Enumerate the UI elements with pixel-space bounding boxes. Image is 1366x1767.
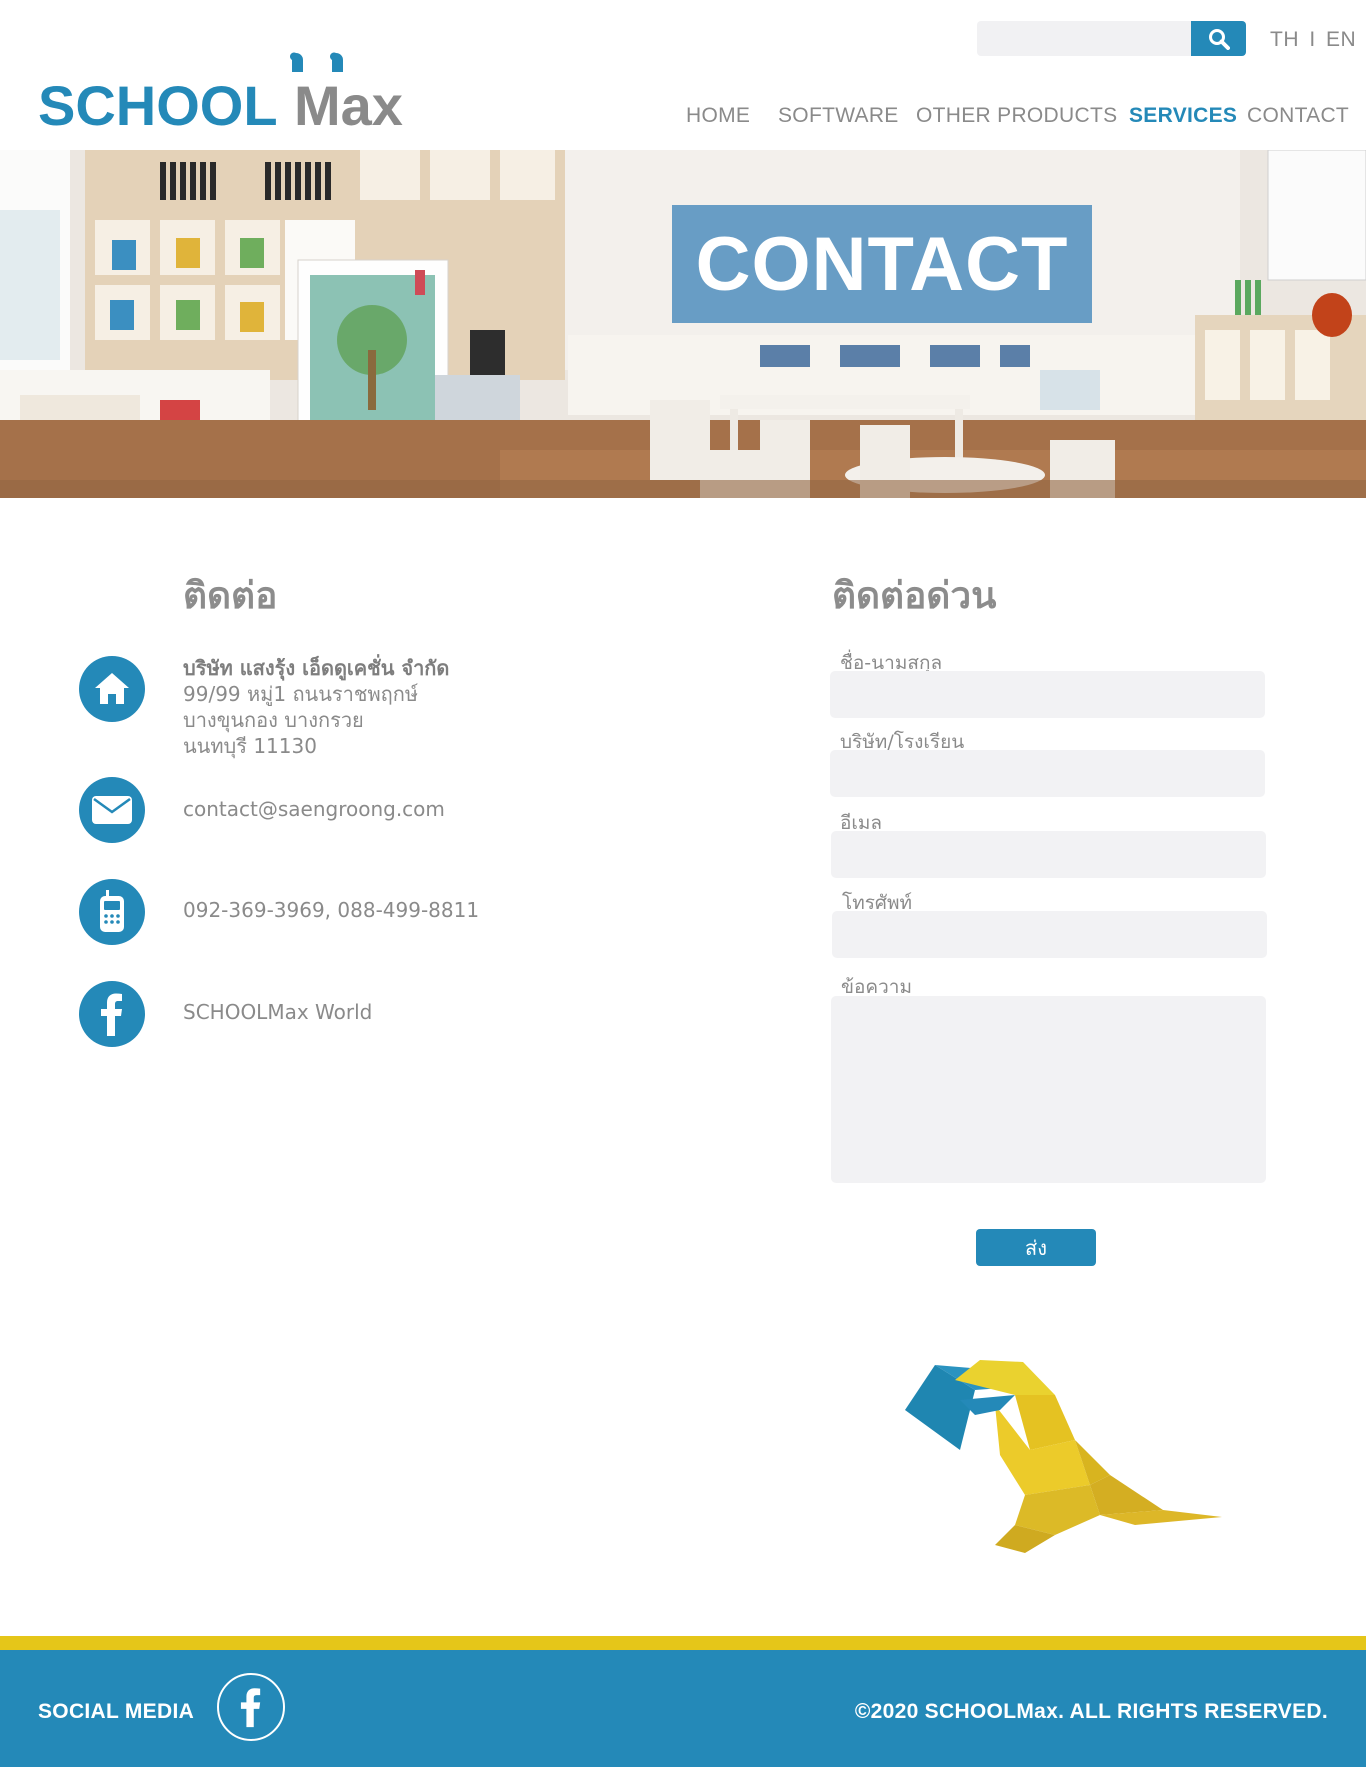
site-footer: SOCIAL MEDIA ©2020 SCHOOLMax. ALL RIGHTS… xyxy=(0,1650,1366,1767)
lang-en-link[interactable]: EN xyxy=(1326,28,1356,51)
copyright-text: ©2020 SCHOOLMax. ALL RIGHTS RESERVED. xyxy=(854,1700,1328,1723)
phone-field[interactable] xyxy=(832,911,1267,958)
lang-separator: I xyxy=(1309,28,1316,51)
site-header: SCHOOL Max TH I EN HOME SOFTWARE OTHER P… xyxy=(0,0,1366,150)
company-field[interactable] xyxy=(830,750,1265,797)
nav-software[interactable]: SOFTWARE xyxy=(778,104,899,128)
footer-facebook-button[interactable] xyxy=(217,1673,285,1741)
lang-th-link[interactable]: TH xyxy=(1270,28,1299,51)
company-name: บริษัท แสงรุ้ง เอ็ดดูเคชั่น จำกัด xyxy=(183,656,450,680)
phone-icon xyxy=(79,879,145,945)
footer-accent-stripe xyxy=(0,1636,1366,1650)
contact-facebook[interactable]: SCHOOLMax World xyxy=(183,999,372,1025)
hero-title-box: CONTACT xyxy=(672,205,1092,323)
origami-bird-illustration xyxy=(905,1360,1222,1553)
social-media-label: SOCIAL MEDIA xyxy=(38,1700,195,1723)
message-field[interactable] xyxy=(831,996,1266,1183)
schoolmax-logo[interactable]: SCHOOL Max xyxy=(38,50,418,130)
quick-contact-title: ติดต่อด่วน xyxy=(832,574,997,617)
search-button[interactable] xyxy=(1191,21,1246,56)
address-line-1: 99/99 หมู่1 ถนนราชพฤกษ์ xyxy=(183,682,419,706)
submit-button[interactable]: ส่ง xyxy=(976,1229,1096,1266)
email-field[interactable] xyxy=(831,831,1266,878)
contact-email[interactable]: contact@saengroong.com xyxy=(183,796,445,822)
name-field[interactable] xyxy=(830,671,1265,718)
search-input[interactable] xyxy=(977,21,1191,56)
nav-contact[interactable]: CONTACT xyxy=(1247,104,1349,128)
contact-phone[interactable]: 092-369-3969, 088-499-8811 xyxy=(183,897,479,923)
facebook-icon[interactable] xyxy=(79,981,145,1047)
language-switcher: TH I EN xyxy=(1270,28,1356,52)
hero-banner: CONTACT xyxy=(0,150,1366,498)
mail-icon xyxy=(79,777,145,843)
address-line-3: นนทบุรี 11130 xyxy=(183,734,317,758)
logo-text-max: Max xyxy=(294,74,403,130)
home-icon xyxy=(79,656,145,722)
contact-address: บริษัท แสงรุ้ง เอ็ดดูเคชั่น จำกัด 99/99 … xyxy=(183,655,449,759)
address-line-2: บางขุนกอง บางกรวย xyxy=(183,708,364,732)
contact-section-title: ติดต่อ xyxy=(183,574,278,617)
classroom-photo xyxy=(0,150,1366,498)
nav-home[interactable]: HOME xyxy=(686,104,750,128)
hero-title: CONTACT xyxy=(695,221,1069,307)
nav-services[interactable]: SERVICES xyxy=(1129,104,1237,128)
search-icon xyxy=(1208,28,1230,50)
logo-text-school: SCHOOL xyxy=(38,74,278,130)
nav-other-products[interactable]: OTHER PRODUCTS xyxy=(916,104,1117,128)
facebook-icon xyxy=(240,1688,261,1728)
